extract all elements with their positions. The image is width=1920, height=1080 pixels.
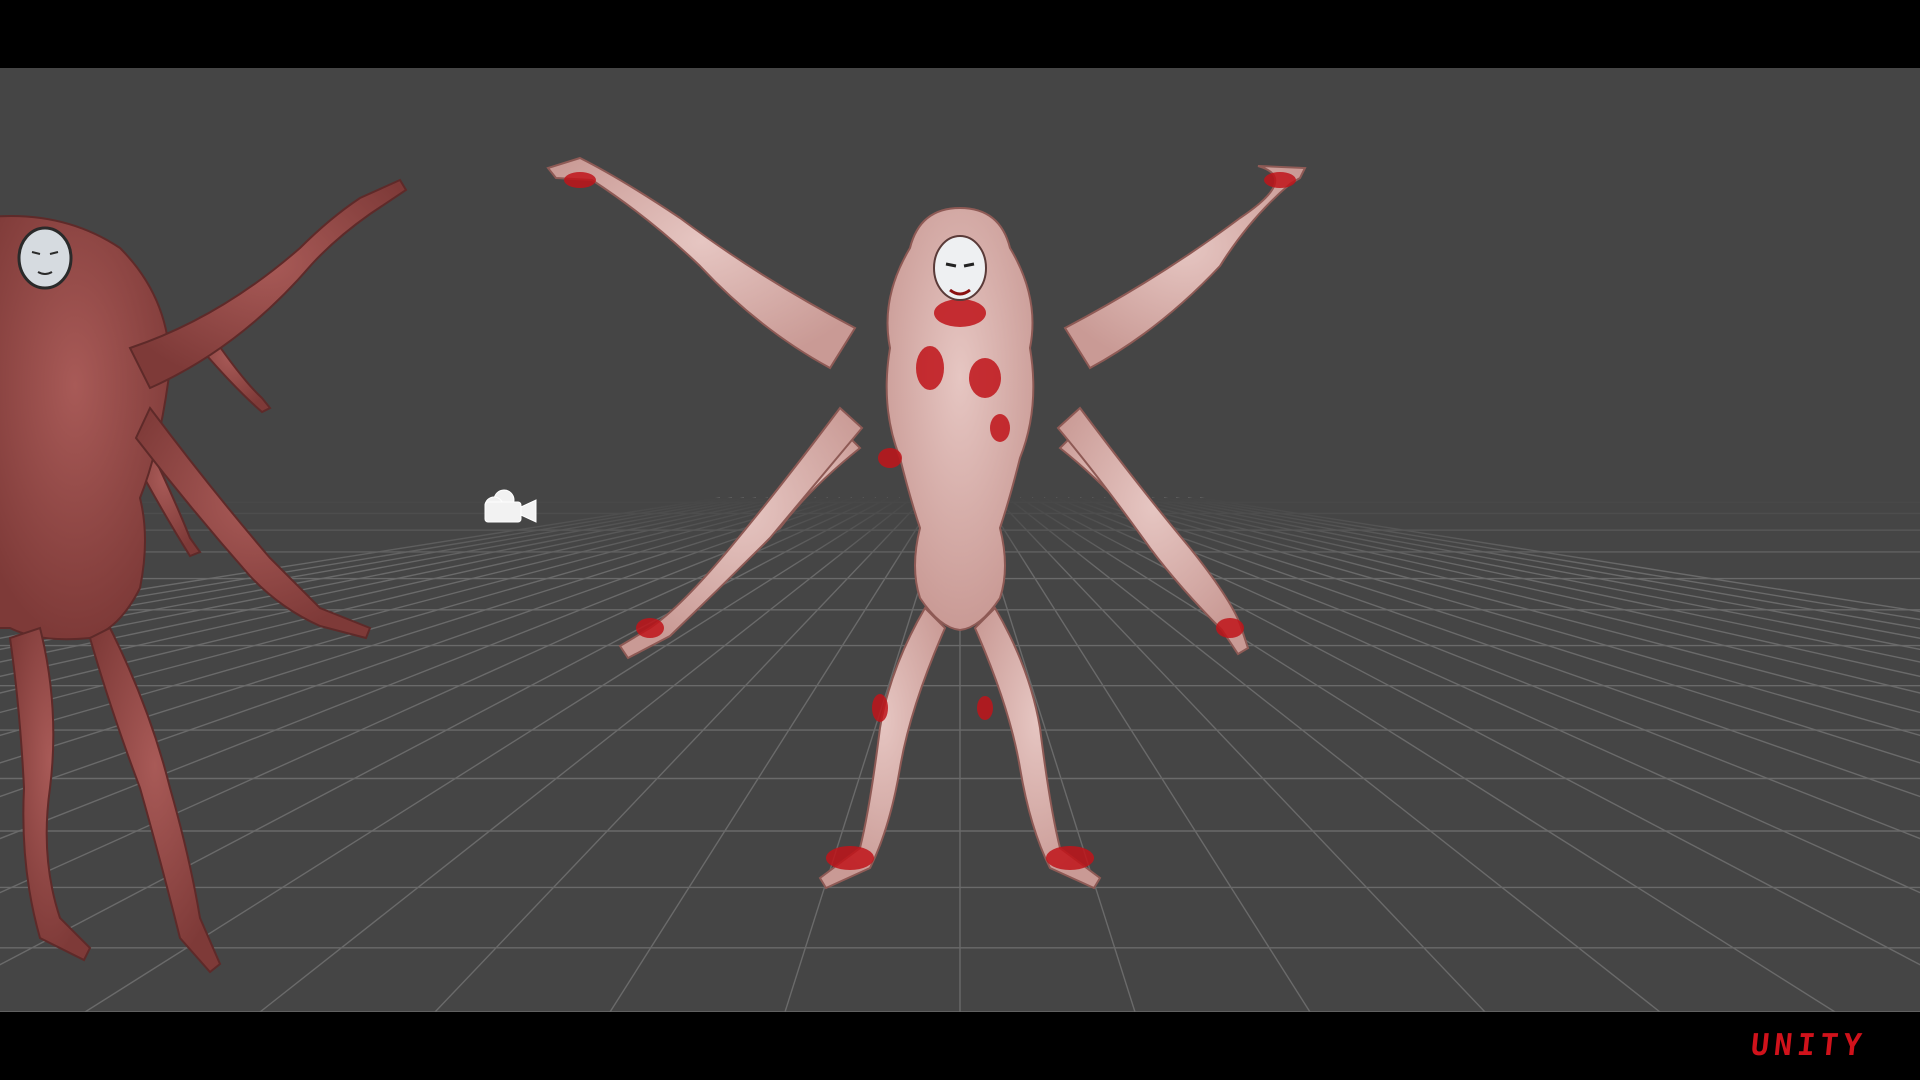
camera-gizmo-icon[interactable] xyxy=(484,489,537,523)
grid-line-radial xyxy=(434,497,925,1012)
grid-line-radial xyxy=(995,497,1486,1012)
grid-line-radial xyxy=(1199,497,1920,613)
grid-line-radial xyxy=(1019,497,1836,1012)
grid-line-radial xyxy=(1031,497,1920,966)
creature-side-mask xyxy=(17,226,73,290)
grid-line-radial xyxy=(1103,497,1920,714)
scene-canvas xyxy=(0,156,1920,1012)
unity-watermark: UNITY xyxy=(1748,1028,1868,1063)
letterbox-top-bar xyxy=(0,0,1920,68)
creature-side-model[interactable] xyxy=(0,178,408,974)
letterbox-bottom-bar xyxy=(0,1012,1920,1080)
grid-line-radial xyxy=(1187,497,1920,621)
grid-line-radial xyxy=(1151,497,1920,651)
scene-viewport[interactable] xyxy=(0,68,1920,1012)
creature-main-mask xyxy=(933,235,987,301)
grid-line-radial xyxy=(259,497,913,1012)
grid-line-radial xyxy=(1007,497,1661,1012)
